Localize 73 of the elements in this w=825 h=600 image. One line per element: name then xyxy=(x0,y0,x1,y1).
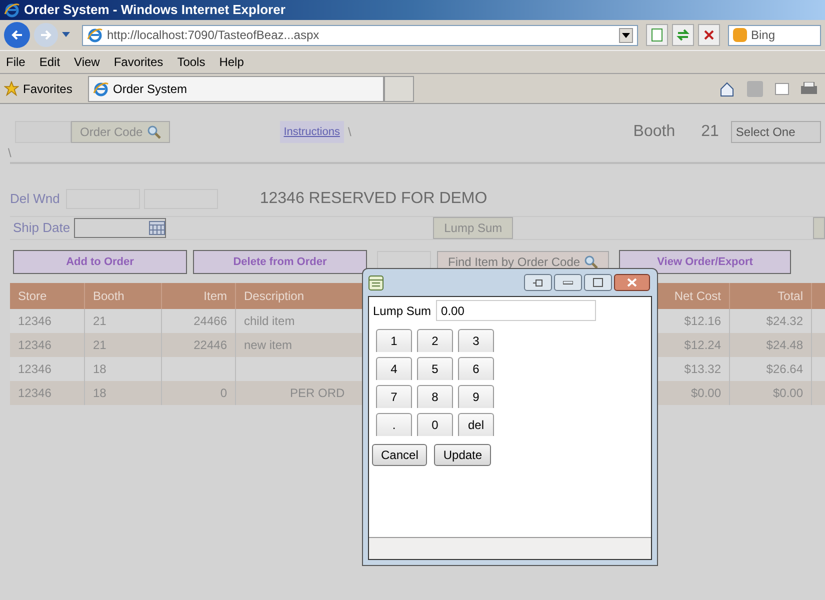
menu-item[interactable]: Tools xyxy=(177,53,206,71)
search-engine-icon xyxy=(733,28,747,42)
ship-date-label: Ship Date xyxy=(13,219,70,238)
booth-select[interactable]: Select One xyxy=(730,121,821,143)
page-icon xyxy=(651,28,663,42)
dialog-button[interactable]: Cancel xyxy=(372,444,428,466)
pin-button[interactable] xyxy=(524,274,552,291)
search-field[interactable]: Bing xyxy=(728,24,821,46)
close-icon xyxy=(703,29,715,41)
search-icon xyxy=(146,125,161,139)
keypad-key[interactable]: 6 xyxy=(458,357,494,380)
booth-label: Booth xyxy=(633,122,676,142)
keypad-key[interactable]: 2 xyxy=(417,329,453,352)
table-cell: $0.00 xyxy=(730,381,812,405)
close-icon xyxy=(627,278,637,287)
maximize-icon xyxy=(593,278,603,287)
browser-logo-icon xyxy=(93,80,109,96)
keypad-key[interactable]: 9 xyxy=(458,385,494,408)
maximize-button[interactable] xyxy=(584,274,612,291)
address-field[interactable]: http://localhost:7090/TasteofBeaz...aspx xyxy=(82,24,638,46)
ship-date-input[interactable] xyxy=(74,218,166,238)
close-button[interactable] xyxy=(698,24,720,46)
menu-item[interactable]: Favorites xyxy=(114,53,164,71)
url-text: http://localhost:7090/TasteofBeaz...aspx xyxy=(107,27,320,44)
minimize-icon xyxy=(563,280,573,284)
separator-text: \ xyxy=(348,124,352,141)
left-arrow-icon xyxy=(11,29,23,41)
store-title: 12346 RESERVED FOR DEMO xyxy=(260,189,488,209)
order-code-input[interactable] xyxy=(15,121,71,143)
pin-icon xyxy=(532,278,544,286)
right-arrow-icon xyxy=(40,29,52,41)
home-icon[interactable] xyxy=(719,80,735,96)
mail-icon[interactable] xyxy=(775,82,789,94)
menu-item[interactable]: Help xyxy=(219,53,244,71)
keypad-key[interactable]: del xyxy=(458,413,494,436)
keypad-key[interactable]: 1 xyxy=(376,329,412,352)
keypad-key[interactable]: 5 xyxy=(417,357,453,380)
back-button[interactable] xyxy=(4,22,30,48)
keypad-key[interactable]: 3 xyxy=(458,329,494,352)
search-placeholder: Bing xyxy=(751,27,776,44)
menu-item[interactable]: Edit xyxy=(39,53,60,71)
keypad-key[interactable]: 0 xyxy=(417,413,453,436)
table-cell: 0 xyxy=(162,381,236,405)
browser-logo-icon xyxy=(87,27,103,43)
menu-item[interactable]: File xyxy=(6,53,26,71)
table-cell: 12346 xyxy=(10,381,85,405)
dialog-button[interactable]: Update xyxy=(434,444,492,466)
menu-item[interactable]: View xyxy=(74,53,100,71)
close-button[interactable] xyxy=(614,274,650,291)
keypad-key[interactable]: 7 xyxy=(376,385,412,408)
minimize-button[interactable] xyxy=(554,274,582,291)
keypad-key[interactable]: 8 xyxy=(417,385,453,408)
refresh-icon xyxy=(676,28,690,42)
browser-logo-icon xyxy=(4,2,20,18)
lump-sum-input[interactable]: 0.00 xyxy=(436,300,596,321)
window-title: Order System - Windows Internet Explorer xyxy=(24,1,286,20)
caret-icon xyxy=(62,32,70,38)
del-wnd-label: Del Wnd xyxy=(10,190,60,208)
favorites-button[interactable]: Favorites xyxy=(0,80,88,98)
star-icon xyxy=(4,81,19,96)
refresh-button[interactable] xyxy=(672,24,694,46)
caret-icon xyxy=(622,32,630,38)
browser-tab[interactable]: Order System xyxy=(88,76,384,102)
keypad-key[interactable]: . xyxy=(376,413,412,436)
browser-tab[interactable] xyxy=(384,76,414,102)
printer-icon[interactable] xyxy=(801,82,817,96)
separator-text: \ xyxy=(8,145,12,160)
booth-number: 21 xyxy=(701,122,719,142)
calendar-icon[interactable] xyxy=(149,221,166,235)
window-icon xyxy=(368,274,384,290)
keypad-key[interactable]: 4 xyxy=(376,357,412,380)
table-cell: 18 xyxy=(85,381,162,405)
compatibility-button[interactable] xyxy=(646,24,668,46)
